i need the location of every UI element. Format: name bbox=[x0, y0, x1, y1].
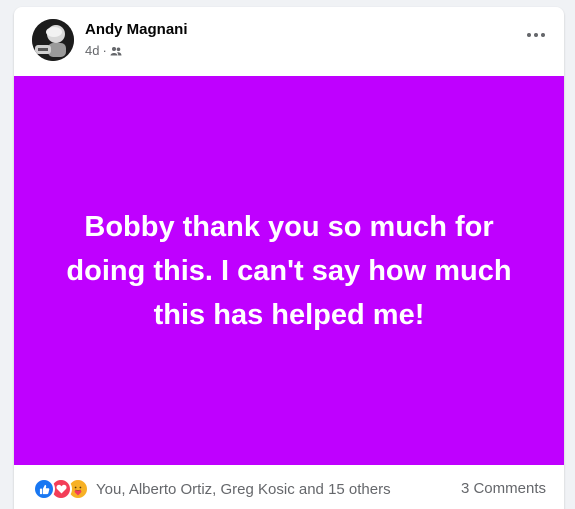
post-time[interactable]: 4d bbox=[85, 43, 99, 58]
post-footer: You, Alberto Ortiz, Greg Kosic and 15 ot… bbox=[14, 465, 564, 509]
author-avatar[interactable] bbox=[32, 19, 74, 61]
post-card: Andy Magnani 4d · Bobby thank you so muc bbox=[14, 7, 564, 509]
post-meta: 4d · bbox=[85, 43, 122, 58]
like-icon bbox=[33, 478, 55, 500]
post-background: Bobby thank you so much for doing this. … bbox=[14, 76, 564, 465]
reactions-summary[interactable]: You, Alberto Ortiz, Greg Kosic and 15 ot… bbox=[33, 478, 391, 500]
comments-count-link[interactable]: 3 Comments bbox=[461, 480, 546, 497]
friends-icon[interactable] bbox=[110, 45, 122, 57]
author-name[interactable]: Andy Magnani bbox=[85, 21, 188, 38]
more-options-button[interactable] bbox=[522, 25, 550, 45]
avatar-photo bbox=[32, 19, 74, 61]
meta-separator: · bbox=[102, 43, 107, 58]
post-header: Andy Magnani 4d · bbox=[14, 7, 564, 76]
post-text: Bobby thank you so much for doing this. … bbox=[66, 210, 512, 331]
reactors-text[interactable]: You, Alberto Ortiz, Greg Kosic and 15 ot… bbox=[96, 481, 391, 498]
more-dots-icon bbox=[527, 33, 545, 37]
